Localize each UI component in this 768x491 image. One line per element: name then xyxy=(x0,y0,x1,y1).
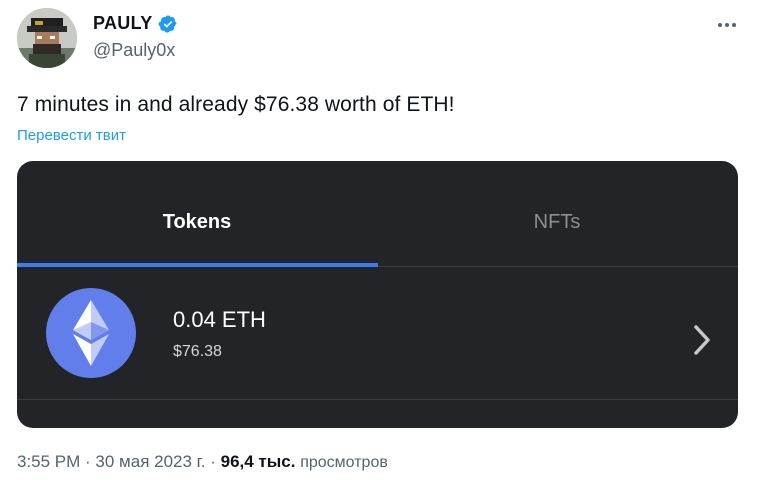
token-amount: 0.04 ETH xyxy=(173,307,266,332)
tab-tokens: Tokens xyxy=(162,211,232,233)
row-divider xyxy=(17,399,738,400)
avatar-image xyxy=(17,8,77,68)
chevron-right-icon xyxy=(694,325,710,355)
more-options-icon[interactable] xyxy=(712,16,742,34)
tweet-text: 7 minutes in and already $76.38 worth of… xyxy=(17,93,455,116)
tweet-timestamp[interactable]: 3:55 PM · 30 мая 2023 г. · xyxy=(17,452,221,471)
views-count: 96,4 тыс. xyxy=(220,452,296,471)
author-row: PAULY xyxy=(93,13,178,34)
active-tab-indicator xyxy=(17,263,378,267)
tweet-meta: 3:55 PM · 30 мая 2023 г. · 96,4 тыс. про… xyxy=(17,452,388,472)
tab-nfts: NFTs xyxy=(533,211,581,233)
ethereum-diamond-icon xyxy=(73,300,109,366)
wallet-image-card[interactable]: Tokens NFTs 0.04 ETH $76.38 xyxy=(17,161,738,428)
author-name[interactable]: PAULY xyxy=(93,13,153,34)
translate-link[interactable]: Перевести твит xyxy=(17,127,126,144)
ethereum-icon xyxy=(46,288,136,378)
token-usd-value: $76.38 xyxy=(173,343,222,360)
views-label: просмотров xyxy=(300,454,388,471)
tab-divider xyxy=(378,266,738,267)
avatar[interactable] xyxy=(17,8,77,68)
verified-badge-icon xyxy=(158,14,177,33)
author-handle[interactable]: @Pauly0x xyxy=(93,40,175,61)
